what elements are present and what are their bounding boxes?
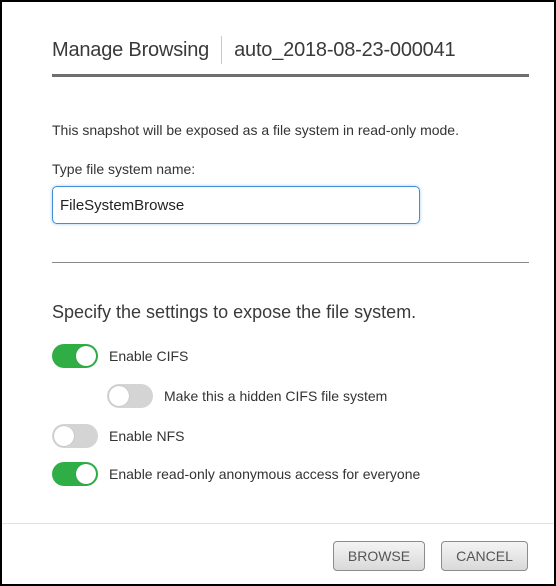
anonymous-access-row: Enable read-only anonymous access for ev…: [52, 462, 420, 486]
file-system-name-label: Type file system name:: [52, 161, 196, 177]
enable-cifs-toggle[interactable]: [52, 344, 98, 368]
browse-button[interactable]: BROWSE: [333, 541, 425, 571]
dialog-title: Manage Browsing: [52, 38, 210, 61]
anonymous-access-toggle[interactable]: [52, 462, 98, 486]
hidden-cifs-label: Make this a hidden CIFS file system: [164, 388, 388, 404]
footer-divider: [2, 523, 554, 524]
hidden-cifs-toggle[interactable]: [107, 384, 153, 408]
toggle-knob: [76, 464, 96, 484]
cancel-button[interactable]: CANCEL: [441, 541, 528, 571]
dialog-title-bar: Manage Browsing auto_2018-08-23-000041: [52, 36, 456, 64]
hidden-cifs-row: Make this a hidden CIFS file system: [107, 384, 387, 408]
settings-heading: Specify the settings to expose the file …: [52, 302, 417, 322]
toggle-knob: [76, 346, 96, 366]
file-system-name-input[interactable]: [52, 186, 420, 224]
manage-browsing-dialog: Manage Browsing auto_2018-08-23-000041 T…: [0, 0, 556, 586]
snapshot-name: auto_2018-08-23-000041: [234, 38, 456, 61]
section-divider: [52, 262, 529, 263]
description-text: This snapshot will be exposed as a file …: [52, 122, 459, 138]
toggle-knob: [109, 386, 129, 406]
toggle-knob: [54, 426, 74, 446]
enable-cifs-label: Enable CIFS: [109, 348, 189, 364]
title-divider: [221, 36, 223, 64]
enable-nfs-label: Enable NFS: [109, 428, 185, 444]
anonymous-access-label: Enable read-only anonymous access for ev…: [109, 466, 421, 482]
enable-nfs-row: Enable NFS: [52, 424, 184, 448]
enable-cifs-row: Enable CIFS: [52, 344, 188, 368]
title-underline: [52, 74, 529, 77]
enable-nfs-toggle[interactable]: [52, 424, 98, 448]
